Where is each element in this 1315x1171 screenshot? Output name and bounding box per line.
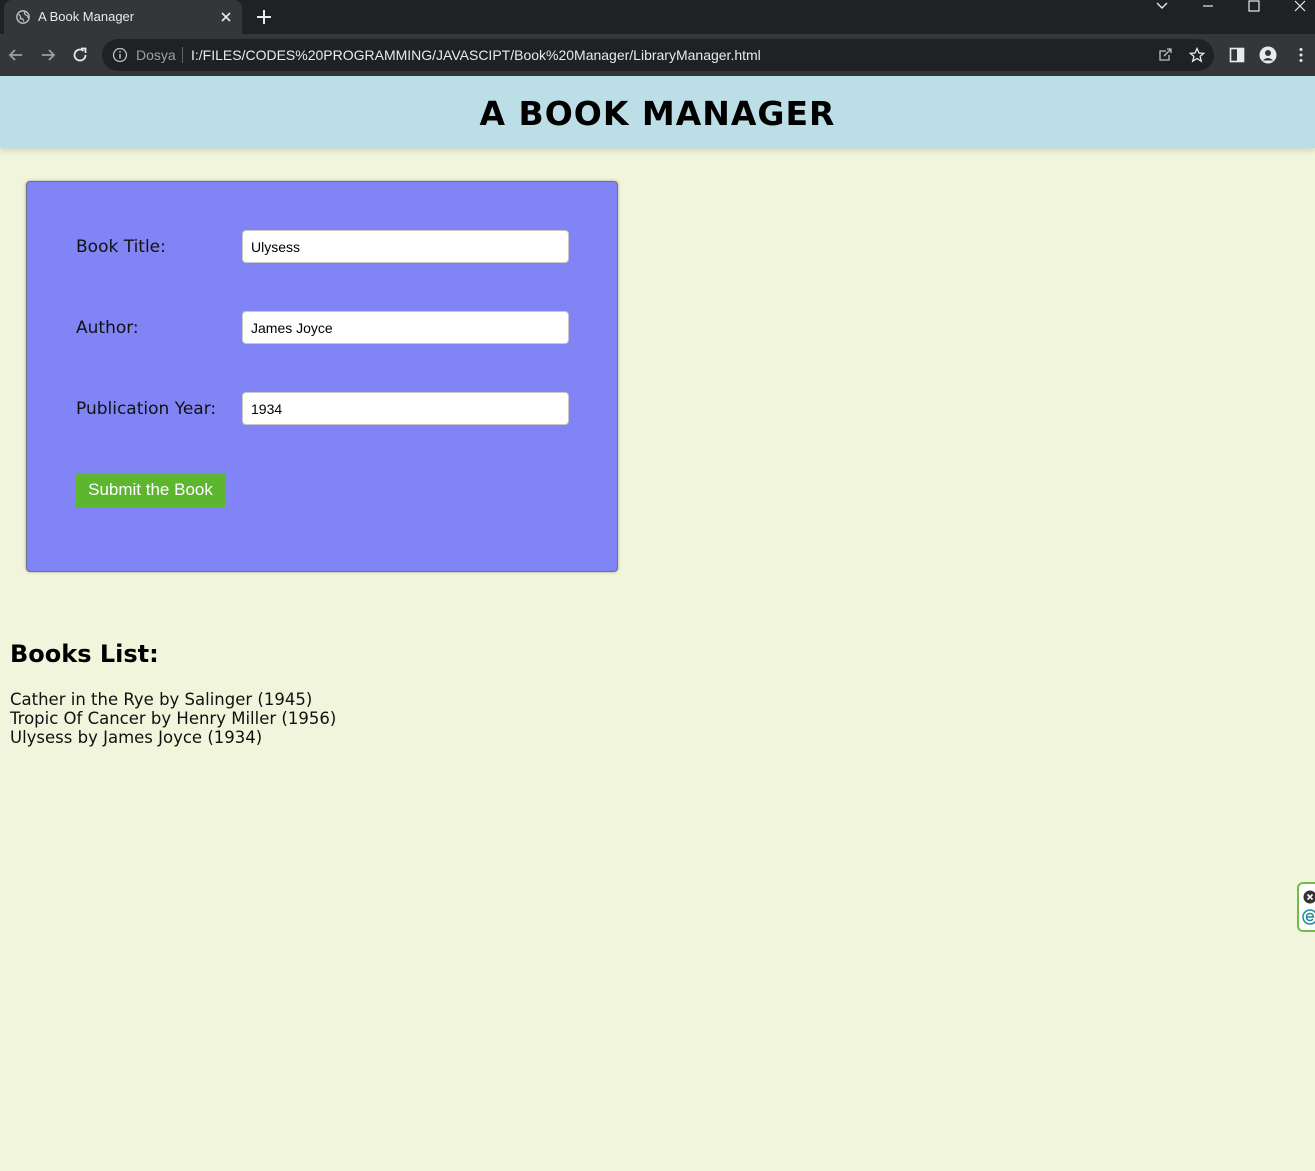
forward-icon[interactable] [38,45,58,65]
publication-year-label: Publication Year: [76,399,217,419]
close-icon[interactable] [218,9,234,25]
star-icon[interactable] [1189,47,1205,63]
close-circle-icon[interactable] [1303,890,1315,904]
author-input[interactable] [242,311,569,344]
browser-tabbar: A Book Manager [0,0,1315,34]
menu-icon[interactable] [1292,46,1310,64]
maximize-icon[interactable] [1246,0,1262,14]
publication-year-input[interactable] [242,392,569,425]
book-form: Book Title: Author: Publication Year: Su… [26,181,618,572]
info-icon[interactable] [112,47,128,63]
share-icon[interactable] [1157,47,1173,63]
extension-widget[interactable] [1297,882,1315,932]
chevron-down-icon[interactable] [1154,0,1170,14]
back-icon[interactable] [6,45,26,65]
browser-tab[interactable]: A Book Manager [4,0,242,34]
reload-icon[interactable] [70,45,90,65]
books-list: Cather in the Rye by Salinger (1945) Tro… [10,690,336,747]
list-item: Cather in the Rye by Salinger (1945) [10,690,313,709]
site-info-label: Dosya [136,47,176,63]
books-list-heading: Books List: [10,640,159,668]
url-text[interactable]: I:/FILES/CODES%20PROGRAMMING/JAVASCIPT/B… [191,47,761,63]
list-item: Ulysess by James Joyce (1934) [10,728,263,747]
browser-toolbar: Dosya I:/FILES/CODES%20PROGRAMMING/JAVAS… [0,34,1315,76]
book-title-input[interactable] [242,230,569,263]
author-label: Author: [76,318,139,338]
extension-logo-icon [1302,909,1315,925]
page-title: A BOOK MANAGER [479,94,836,133]
sidebar-icon[interactable] [1228,46,1246,64]
minimize-icon[interactable] [1200,0,1216,14]
profile-icon[interactable] [1259,46,1277,64]
book-title-label: Book Title: [76,237,166,257]
submit-book-button[interactable]: Submit the Book [76,473,225,507]
globe-icon [16,10,30,24]
address-bar[interactable]: Dosya I:/FILES/CODES%20PROGRAMMING/JAVAS… [102,39,1214,71]
page-header: A BOOK MANAGER [0,76,1315,148]
window-close-icon[interactable] [1292,0,1308,14]
plus-icon[interactable] [255,8,273,26]
address-separator [182,47,183,63]
list-item: Tropic Of Cancer by Henry Miller (1956) [10,709,337,728]
tab-title: A Book Manager [38,9,135,24]
